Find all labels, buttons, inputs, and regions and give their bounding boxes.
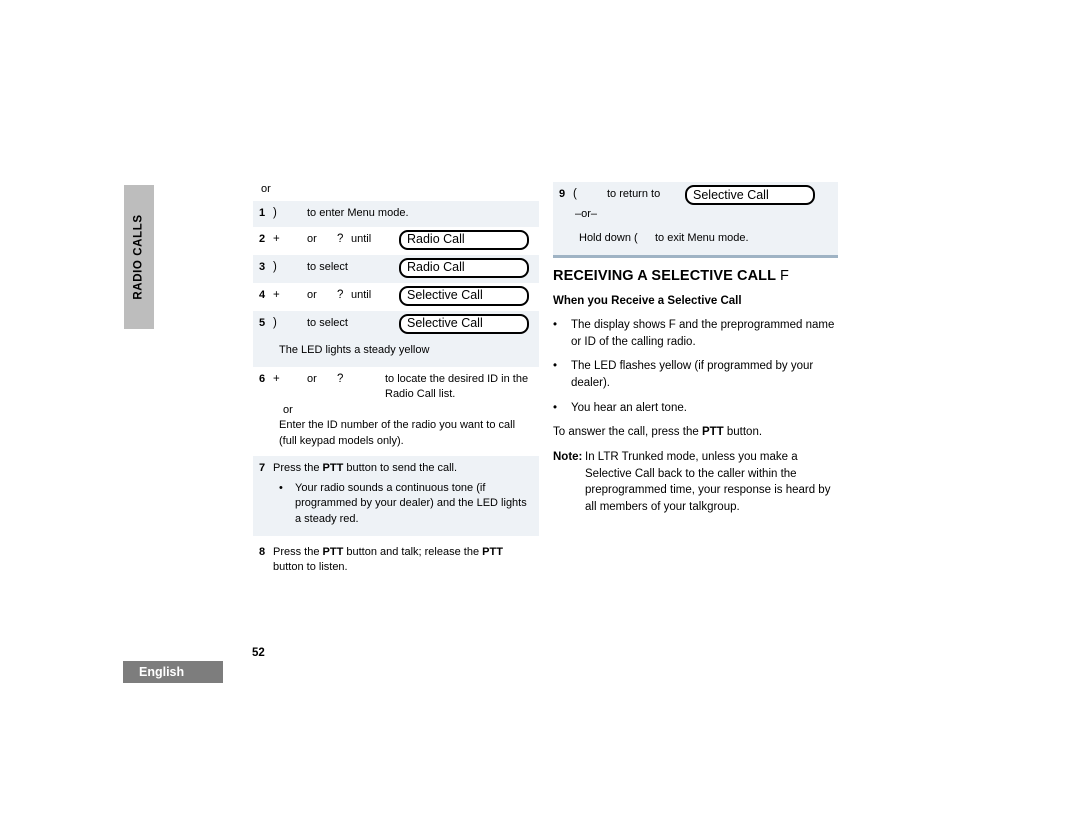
display-readout: Selective Call: [685, 185, 815, 205]
down-button-icon: ?: [337, 373, 344, 386]
procedure-step-8: 8 Press the PTT button and talk; release…: [253, 536, 539, 580]
procedure-step-9-group: 9 ( to return to Selective Call –or– Hol…: [553, 182, 838, 255]
step6-or-text: or: [283, 404, 293, 417]
language-badge: English: [123, 661, 223, 683]
menu-button-icon: ): [273, 260, 277, 273]
step-number: 4: [259, 288, 266, 301]
step-text: to locate the desired ID in the Radio Ca…: [385, 373, 529, 401]
procedure-step-9: 9 ( to return to Selective Call: [553, 182, 838, 206]
procedure-step-2: 2 + or ? until Radio Call: [253, 227, 539, 255]
bullet-icon: •: [553, 360, 558, 373]
receive-bullet-2: • The LED flashes yellow (if programmed …: [553, 358, 838, 391]
procedure-step-3: 3 ) to select Radio Call: [253, 254, 539, 283]
menu-button-icon: ): [273, 316, 277, 329]
or-text: or: [307, 232, 317, 245]
step-text: Press the PTT button and talk; release t…: [273, 545, 503, 573]
chapter-tab-label: RADIO CALLS: [133, 214, 145, 300]
receive-bullet-3: • You hear an alert tone.: [553, 400, 838, 417]
language-label: English: [139, 665, 185, 679]
step6-alt-text: Enter the ID number of the radio you wan…: [279, 419, 516, 448]
step-text: to enter Menu mode.: [307, 206, 409, 219]
step-text: to select: [307, 316, 348, 329]
note-body: In LTR Trunked mode, unless you make a S…: [585, 450, 831, 513]
bullet-text: You hear an alert tone.: [571, 401, 687, 414]
step-number: 5: [259, 316, 266, 329]
procedure-step-1: 1 ) to enter Menu mode.: [253, 200, 539, 227]
section-heading-icon: F: [779, 267, 789, 284]
step7-bullet: • Your radio sounds a continuous tone (i…: [253, 478, 539, 536]
up-button-icon: +: [273, 288, 280, 301]
back-button-icon: (: [573, 188, 577, 200]
up-button-icon: +: [273, 232, 280, 245]
receive-bullet-1: • The display shows F and the preprogram…: [553, 317, 838, 350]
step-number: 7: [259, 461, 266, 474]
procedure-step-7: 7 Press the PTT button to send the call.: [253, 456, 539, 478]
note-label: Note:: [553, 450, 583, 463]
note-block: Note: In LTR Trunked mode, unless you ma…: [553, 449, 838, 516]
display-readout: Radio Call: [399, 257, 529, 278]
section-heading: RECEIVING A SELECTIVE CALL F: [553, 267, 789, 284]
procedure-step-7-group: 7 Press the PTT button to send the call.…: [253, 455, 539, 536]
led-status-note: The LED lights a steady yellow: [279, 343, 430, 356]
display-readout: Selective Call: [399, 313, 529, 334]
step-text: Press the PTT button to send the call.: [273, 461, 458, 474]
bullet-icon: •: [553, 401, 558, 414]
bullet-icon: •: [553, 318, 558, 331]
step-number: 2: [259, 232, 266, 245]
ptt-bold: PTT: [322, 461, 344, 474]
until-text: until: [351, 288, 372, 301]
menu-button-icon: ): [273, 206, 277, 219]
bullet-text: Your radio sounds a continuous tone (if …: [295, 481, 527, 526]
step9-or-separator: –or–: [575, 208, 598, 220]
procedure-step-6: 6 + or ? to locate the desired ID in the…: [253, 367, 539, 402]
section-divider: [553, 254, 838, 258]
until-text: until: [351, 232, 372, 245]
answer-call-text: To answer the call, press the PTT button…: [553, 426, 763, 439]
exit-menu-text: to exit Menu mode.: [655, 232, 749, 244]
or-text: or: [307, 373, 317, 386]
ptt-bold: PTT: [701, 426, 724, 439]
up-button-icon: +: [273, 373, 280, 386]
step-number: 9: [559, 188, 566, 200]
step-text: to select: [307, 260, 348, 273]
step-number: 3: [259, 260, 266, 273]
step9-hold-down: Hold down ( to exit Menu mode.: [553, 222, 838, 249]
hold-down-text: Hold down (: [579, 232, 638, 244]
left-column: or 1 ) to enter Menu mode. 2 + or ? unti…: [253, 182, 539, 580]
procedure-step-5: 5 ) to select Selective Call: [253, 311, 539, 339]
or-text: or: [307, 288, 317, 301]
procedure-step-4: 4 + or ? until Selective Call: [253, 283, 539, 311]
ptt-bold: PTT: [322, 545, 344, 558]
down-button-icon: ?: [337, 288, 344, 301]
display-readout: Radio Call: [399, 229, 529, 250]
down-button-icon: ?: [337, 232, 344, 245]
bullet-text: The LED flashes yellow (if programmed by…: [571, 360, 814, 389]
step-text: to return to: [607, 188, 661, 200]
bullet-icon: •: [279, 481, 283, 494]
right-column: 9 ( to return to Selective Call –or– Hol…: [553, 182, 838, 516]
chapter-tab: RADIO CALLS: [124, 185, 154, 329]
step-number: 1: [259, 206, 266, 219]
bullet-text: The display shows F and the preprogramme…: [571, 318, 835, 348]
sub-heading: When you Receive a Selective Call: [553, 295, 742, 307]
ptt-bold: PTT: [482, 545, 503, 558]
procedure-step-5-group: 5 ) to select Selective Call The LED lig…: [253, 310, 539, 368]
step-number: 8: [259, 545, 266, 558]
pre-or-text: or: [261, 183, 271, 195]
display-readout: Selective Call: [399, 285, 529, 306]
page-number: 52: [252, 647, 265, 659]
step-number: 6: [259, 373, 266, 386]
